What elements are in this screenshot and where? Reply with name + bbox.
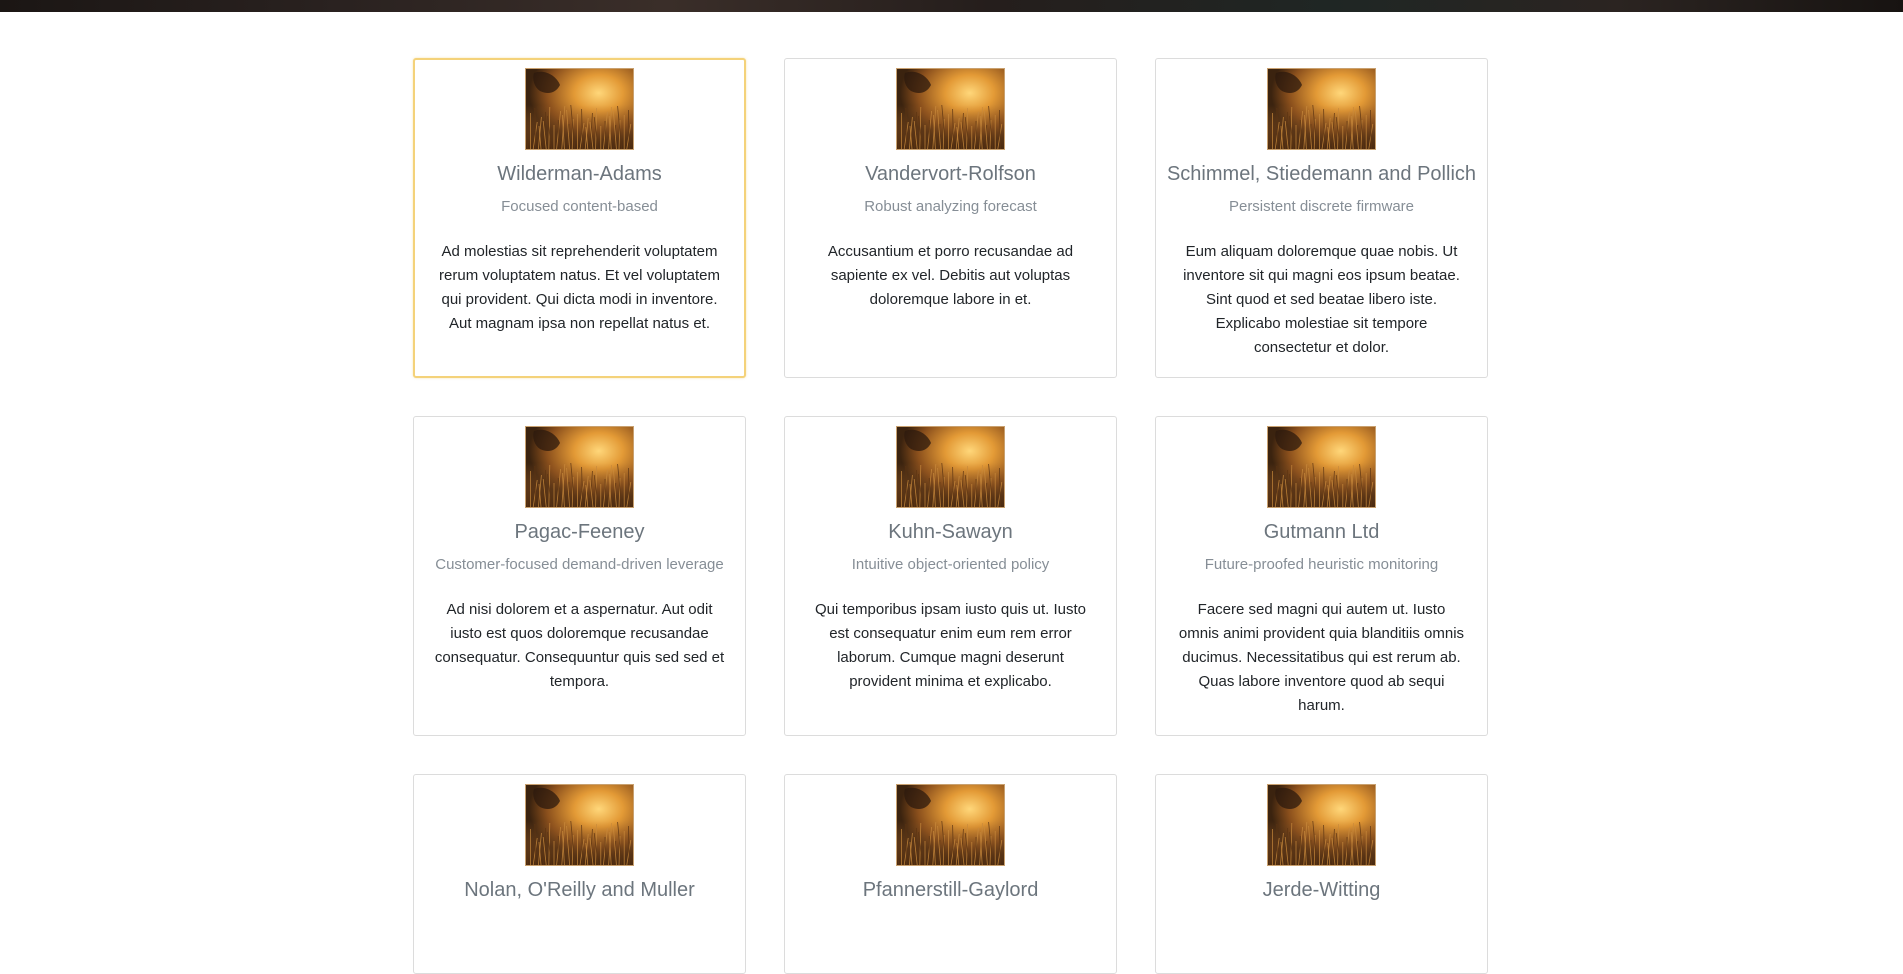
card-title: Gutmann Ltd bbox=[1263, 521, 1380, 543]
hero-banner-strip bbox=[0, 0, 1903, 12]
company-card[interactable]: Pfannerstill-Gaylord bbox=[784, 774, 1117, 974]
company-card[interactable]: Gutmann Ltd Future-proofed heuristic mon… bbox=[1155, 416, 1488, 736]
sunset-grass-photo bbox=[526, 69, 633, 149]
company-card[interactable]: Jerde-Witting bbox=[1155, 774, 1488, 974]
card-image bbox=[525, 784, 634, 866]
sunset-grass-photo bbox=[897, 69, 1004, 149]
company-card[interactable]: Schimmel, Stiedemann and Pollich Persist… bbox=[1155, 58, 1488, 378]
card-subtitle: Persistent discrete firmware bbox=[1228, 198, 1415, 215]
sunset-grass-photo bbox=[1268, 69, 1375, 149]
sunset-grass-photo bbox=[897, 427, 1004, 507]
card-subtitle: Future-proofed heuristic monitoring bbox=[1204, 556, 1439, 573]
card-title: Kuhn-Sawayn bbox=[888, 521, 1013, 543]
card-title: Schimmel, Stiedemann and Pollich bbox=[1166, 163, 1477, 185]
card-text: Accusantium et porro recusandae ad sapie… bbox=[827, 243, 1074, 308]
card-title: Pagac-Feeney bbox=[514, 521, 645, 543]
sunset-grass-photo bbox=[1268, 427, 1375, 507]
sunset-grass-photo bbox=[526, 785, 633, 865]
card-title: Wilderman-Adams bbox=[497, 163, 662, 185]
card-image bbox=[1267, 68, 1376, 150]
card-text: Ad nisi dolorem et a aspernatur. Aut odi… bbox=[434, 601, 725, 690]
card-text: Eum aliquam doloremque quae nobis. Ut in… bbox=[1183, 243, 1460, 356]
company-card[interactable]: Kuhn-Sawayn Intuitive object-oriented po… bbox=[784, 416, 1117, 736]
card-title: Pfannerstill-Gaylord bbox=[862, 879, 1039, 901]
company-card[interactable]: Vandervort-Rolfson Robust analyzing fore… bbox=[784, 58, 1117, 378]
company-card[interactable]: Wilderman-Adams Focused content-based Ad… bbox=[413, 58, 746, 378]
card-subtitle: Customer-focused demand-driven leverage bbox=[435, 556, 724, 573]
card-image bbox=[1267, 784, 1376, 866]
sunset-grass-photo bbox=[897, 785, 1004, 865]
card-title: Vandervort-Rolfson bbox=[865, 163, 1036, 185]
card-image bbox=[1267, 426, 1376, 508]
company-card[interactable]: Pagac-Feeney Customer-focused demand-dri… bbox=[413, 416, 746, 736]
company-card[interactable]: Nolan, O'Reilly and Muller bbox=[413, 774, 746, 974]
card-text: Qui temporibus ipsam iusto quis ut. Iust… bbox=[815, 601, 1086, 690]
card-subtitle: Intuitive object-oriented policy bbox=[851, 556, 1050, 573]
card-title: Jerde-Witting bbox=[1262, 879, 1381, 901]
card-image bbox=[525, 426, 634, 508]
sunset-grass-photo bbox=[1268, 785, 1375, 865]
sunset-grass-photo bbox=[526, 427, 633, 507]
card-subtitle: Focused content-based bbox=[501, 198, 658, 215]
card-image bbox=[525, 68, 634, 150]
card-image bbox=[896, 68, 1005, 150]
card-text: Facere sed magni qui autem ut. Iusto omn… bbox=[1178, 601, 1465, 714]
card-subtitle: Robust analyzing forecast bbox=[864, 198, 1037, 215]
card-image bbox=[896, 426, 1005, 508]
card-image bbox=[896, 784, 1005, 866]
card-text: Ad molestias sit reprehenderit voluptate… bbox=[439, 243, 720, 332]
card-title: Nolan, O'Reilly and Muller bbox=[464, 879, 695, 901]
card-grid: Wilderman-Adams Focused content-based Ad… bbox=[413, 58, 1490, 974]
